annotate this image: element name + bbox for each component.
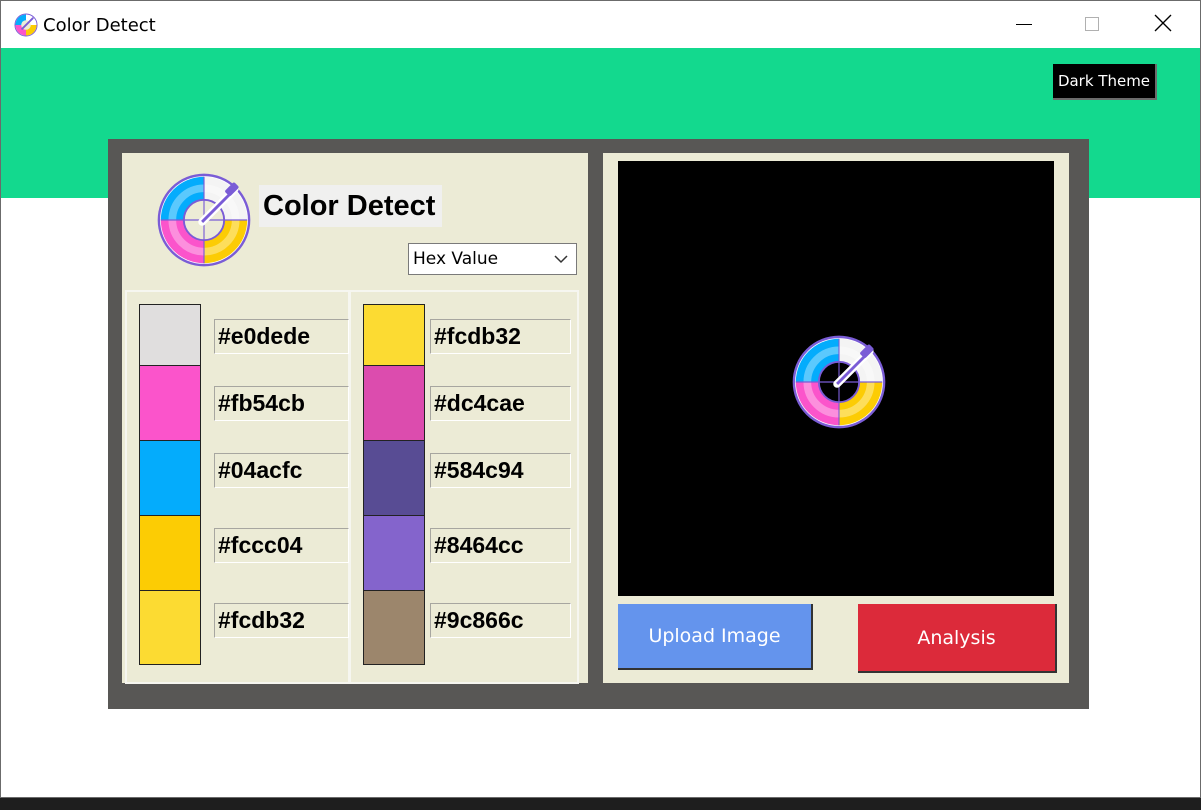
- hex-value-label: #fb54cb: [214, 386, 349, 421]
- color-swatch: [139, 365, 201, 441]
- page-title: Color Detect: [259, 185, 442, 227]
- color-swatch: [363, 365, 425, 441]
- close-icon: [1154, 14, 1172, 32]
- title-bar[interactable]: Color Detect: [1, 1, 1200, 48]
- color-swatch: [139, 440, 201, 516]
- maximize-button[interactable]: [1060, 1, 1126, 48]
- hex-value-label: #8464cc: [430, 528, 571, 563]
- color-swatch: [139, 590, 201, 665]
- window-title: Color Detect: [43, 15, 156, 36]
- format-select[interactable]: Hex Value: [408, 243, 577, 275]
- minimize-button[interactable]: [991, 1, 1057, 48]
- hex-value-label: #dc4cae: [430, 386, 571, 421]
- upload-image-button[interactable]: Upload Image: [618, 604, 813, 670]
- hex-value-label: #fcdb32: [214, 603, 349, 638]
- maximize-icon: [1085, 17, 1099, 31]
- close-button[interactable]: [1130, 1, 1196, 48]
- color-wheel-picker-icon: [792, 335, 886, 429]
- hex-value-label: #584c94: [430, 453, 571, 488]
- format-select-value: Hex Value: [413, 249, 499, 269]
- color-swatch: [139, 304, 201, 366]
- hex-value-label: #e0dede: [214, 319, 349, 354]
- color-swatch: [363, 304, 425, 366]
- dark-theme-button[interactable]: Dark Theme: [1053, 64, 1157, 100]
- color-wheel-picker-icon: [157, 173, 251, 267]
- color-swatch: [363, 590, 425, 665]
- color-swatch: [363, 440, 425, 516]
- color-swatch: [363, 515, 425, 591]
- minimize-icon: [1016, 24, 1032, 25]
- analysis-button[interactable]: Analysis: [858, 604, 1057, 673]
- hex-value-label: #9c866c: [430, 603, 571, 638]
- hex-value-label: #04acfc: [214, 453, 349, 488]
- color-wheel-picker-icon: [14, 13, 38, 37]
- chevron-down-icon: [554, 255, 568, 264]
- color-swatch: [139, 515, 201, 591]
- hex-value-label: #fccc04: [214, 528, 349, 563]
- app-window: Color Detect Dark Theme Color Detect Hex…: [0, 0, 1201, 798]
- hex-value-label: #fcdb32: [430, 319, 571, 354]
